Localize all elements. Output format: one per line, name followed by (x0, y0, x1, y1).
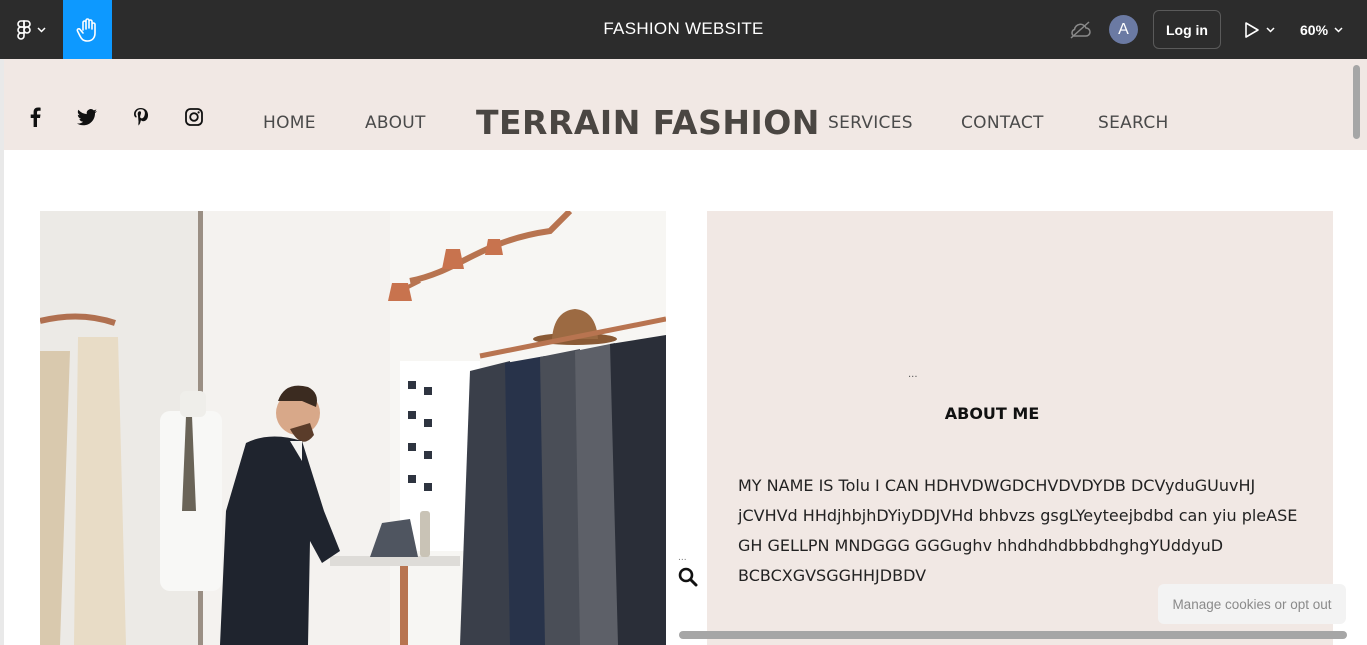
nav-about[interactable]: ABOUT (365, 113, 426, 133)
figma-toolbar: FASHION WEBSITE A Log in 60% (0, 0, 1367, 59)
nav-services[interactable]: SERVICES (828, 113, 913, 133)
canvas-edge (0, 59, 4, 645)
chevron-down-icon (1334, 27, 1343, 33)
search-icon (678, 567, 698, 587)
search-dots: ... (678, 553, 687, 563)
offline-cloud-icon (1067, 17, 1093, 43)
search-widget[interactable]: ... (674, 553, 702, 589)
twitter-icon[interactable] (77, 107, 97, 127)
instagram-icon[interactable] (184, 107, 204, 127)
cookie-banner[interactable]: Manage cookies or opt out (1158, 584, 1346, 624)
prototype-canvas[interactable]: HOME ABOUT TERRAIN FASHION SERVICES CONT… (0, 59, 1367, 645)
horizontal-scrollbar[interactable] (679, 631, 1347, 639)
pinterest-icon[interactable] (131, 107, 151, 127)
login-button[interactable]: Log in (1153, 10, 1221, 49)
vertical-scrollbar[interactable] (1353, 65, 1360, 139)
about-panel: ... ABOUT ME MY NAME IS Tolu I CAN HDHVD… (707, 211, 1333, 645)
about-title: ABOUT ME (944, 404, 1040, 423)
about-dots: ... (908, 369, 918, 380)
play-icon (1245, 22, 1259, 38)
nav-home[interactable]: HOME (263, 113, 316, 133)
nav-contact[interactable]: CONTACT (961, 113, 1044, 133)
brand-logo[interactable]: TERRAIN FASHION (476, 103, 820, 142)
nav-search[interactable]: SEARCH (1098, 113, 1169, 133)
site-header: HOME ABOUT TERRAIN FASHION SERVICES CONT… (4, 59, 1367, 150)
hero-photo (40, 211, 666, 645)
about-body: MY NAME IS Tolu I CAN HDHVDWGDCHVDVDYDB … (738, 476, 1298, 585)
zoom-dropdown[interactable]: 60% (1300, 17, 1343, 43)
chevron-down-icon (1266, 27, 1275, 33)
facebook-icon[interactable] (25, 107, 45, 127)
avatar[interactable]: A (1109, 15, 1138, 44)
website-frame: HOME ABOUT TERRAIN FASHION SERVICES CONT… (4, 59, 1367, 645)
present-button[interactable] (1242, 17, 1290, 43)
zoom-level: 60% (1300, 22, 1329, 38)
